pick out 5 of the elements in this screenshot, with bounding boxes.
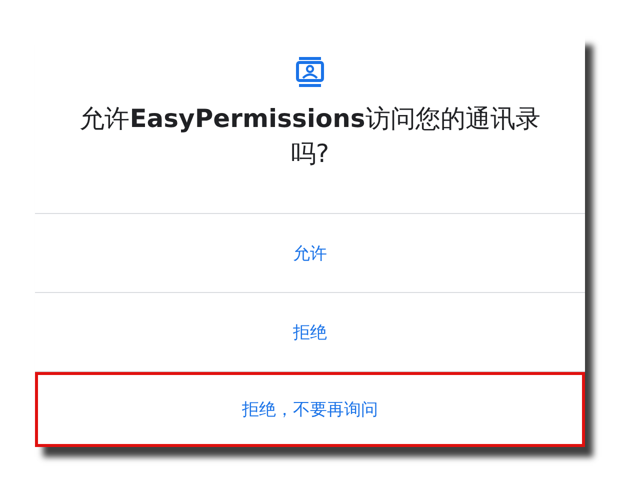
dialog-button[interactable]: 允许 bbox=[35, 214, 585, 293]
dialog-button[interactable]: 拒绝 bbox=[35, 293, 585, 372]
dialog-button[interactable]: 拒绝，不要再询问 bbox=[35, 372, 585, 447]
contact-card-icon bbox=[296, 57, 324, 87]
dialog-title: 允许EasyPermissions访问您的通讯录吗? bbox=[78, 103, 542, 170]
